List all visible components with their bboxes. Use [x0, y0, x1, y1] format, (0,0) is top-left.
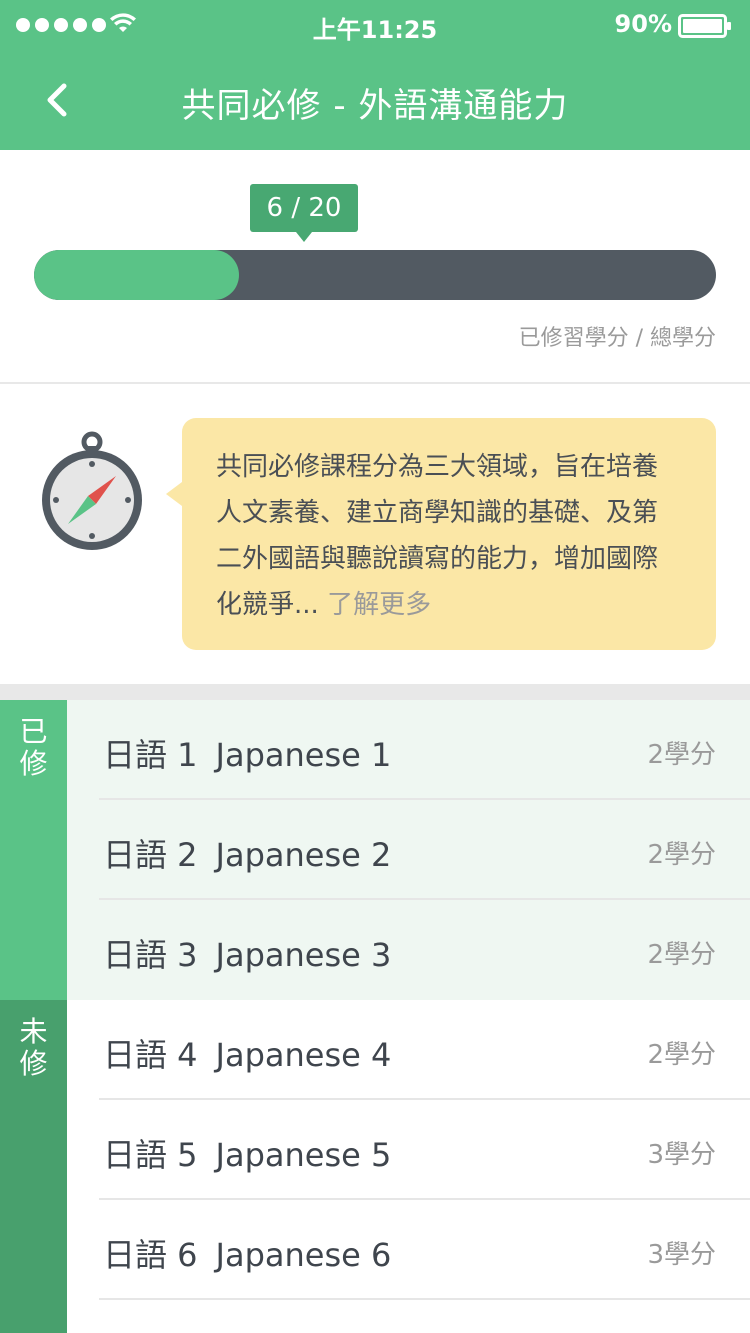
status-bar: 上午11:25 90% — [0, 0, 750, 50]
course-name: 日語 3 — [103, 936, 198, 974]
battery-percent: 90% — [614, 10, 672, 38]
course-credits: 3學分 — [647, 1240, 716, 1270]
course-row[interactable]: 日語 2 Japanese 2 2學分 — [99, 800, 750, 900]
course-name: 日語 4 — [103, 1036, 198, 1074]
course-name: 日語 5 — [103, 1136, 198, 1174]
completed-section-tab: 已修 — [0, 700, 67, 1000]
course-row[interactable]: 日語 3 Japanese 3 2學分 — [99, 900, 750, 1000]
progress-bar — [34, 250, 716, 300]
page-title: 共同必修 - 外語溝通能力 — [181, 86, 569, 126]
progress-caption: 已修習學分 / 總學分 — [518, 326, 716, 351]
nav-bar: 共同必修 - 外語溝通能力 — [0, 50, 750, 150]
course-name: 日語 1 — [103, 736, 198, 774]
progress-tooltip: 6 / 20 — [250, 184, 358, 242]
info-text: 共同必修課程分為三大領域，旨在培養人文素養、建立商學知識的基礎、及第二外國語與聽… — [216, 452, 659, 620]
course-credits: 2學分 — [647, 1040, 716, 1070]
course-row[interactable]: 日語 1 Japanese 1 2學分 — [99, 700, 750, 800]
credit-progress: 6 / 20 已修習學分 / 總學分 — [0, 150, 750, 384]
pending-section-tab: 未修 — [0, 1000, 67, 1333]
app-header: 上午11:25 90% 共同必修 - 外語溝通能力 — [0, 0, 750, 150]
learn-more-link[interactable]: 了解更多 — [327, 590, 431, 620]
course-name: 日語 2 — [103, 836, 198, 874]
completed-label: 已修 — [19, 715, 48, 780]
course-english-name: Japanese 2 — [215, 836, 392, 874]
compass-icon — [42, 431, 142, 550]
course-english-name: Japanese 5 — [215, 1136, 392, 1174]
course-english-name: Japanese 3 — [215, 936, 392, 974]
course-english-name: Japanese 4 — [215, 1036, 392, 1074]
course-credits: 2學分 — [647, 840, 716, 870]
progress-bar-fill — [34, 250, 239, 300]
section-divider — [0, 684, 750, 700]
course-row[interactable]: 日語 5 Japanese 5 3學分 — [99, 1100, 750, 1200]
course-credits: 3學分 — [647, 1140, 716, 1170]
battery-icon — [678, 14, 731, 38]
pending-label: 未修 — [19, 1015, 48, 1080]
info-bubble: 共同必修課程分為三大領域，旨在培養人文素養、建立商學知識的基礎、及第二外國語與聽… — [166, 418, 716, 650]
course-english-name: Japanese 6 — [215, 1236, 392, 1274]
course-credits: 2學分 — [647, 740, 716, 770]
course-name: 日語 6 — [103, 1236, 198, 1274]
course-credits: 2學分 — [647, 940, 716, 970]
course-row[interactable]: 日語 6 Japanese 6 3學分 — [99, 1200, 750, 1300]
course-english-name: Japanese 1 — [215, 736, 392, 774]
course-row[interactable]: 日語 4 Japanese 4 2學分 — [99, 1000, 750, 1100]
